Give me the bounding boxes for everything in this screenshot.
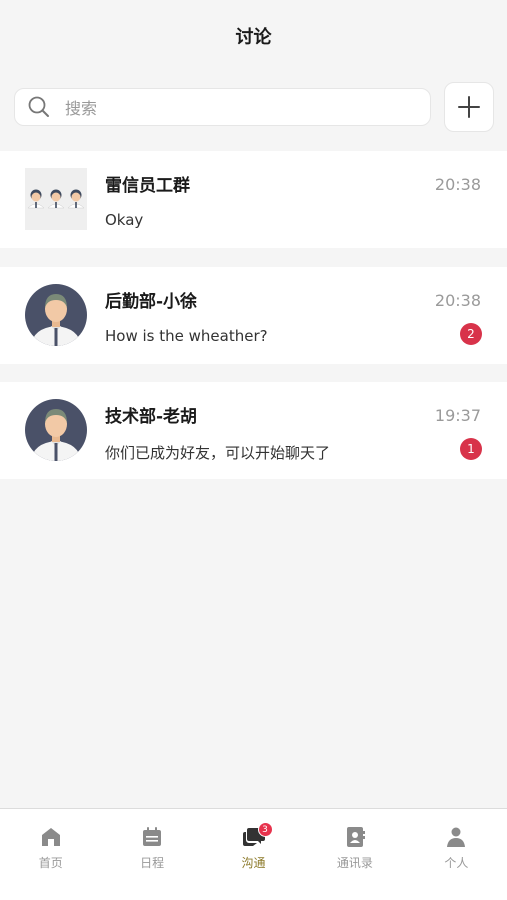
tab-bar: 首页 日程 3 沟通 通讯录 个人 <box>0 808 507 900</box>
unread-badge: 2 <box>460 323 482 345</box>
tab-label: 日程 <box>140 856 165 870</box>
conversation-preview: 你们已成为好友，可以开始聊天了 <box>105 444 331 462</box>
user-avatar <box>25 284 87 346</box>
tab-home[interactable]: 首页 <box>0 809 101 900</box>
conversation-time: 20:38 <box>434 175 481 194</box>
conversation-item[interactable]: 雷信员工群 Okay 20:38 <box>0 151 507 248</box>
conversation-preview: Okay <box>105 211 144 229</box>
search-input[interactable]: 搜索 <box>14 88 431 126</box>
nav-header: 讨论 <box>0 0 507 72</box>
group-avatar <box>25 168 87 230</box>
tab-label: 个人 <box>444 856 469 870</box>
tab-label: 通讯录 <box>336 856 373 870</box>
home-icon <box>41 828 60 846</box>
tab-label: 首页 <box>38 856 63 870</box>
calendar-icon <box>143 827 162 846</box>
conversation-name: 雷信员工群 <box>105 176 190 196</box>
add-button[interactable] <box>444 82 494 132</box>
search-icon <box>28 96 49 117</box>
contacts-icon <box>346 827 365 847</box>
tab-label: 沟通 <box>241 856 266 870</box>
user-avatar <box>25 399 87 461</box>
tab-badge: 3 <box>257 822 273 837</box>
tab-schedule[interactable]: 日程 <box>101 809 202 900</box>
conversation-preview: How is the wheather? <box>105 327 268 345</box>
unread-badge: 1 <box>460 438 482 460</box>
conversation-item[interactable]: 后勤部-小徐 How is the wheather? 20:38 2 <box>0 267 507 364</box>
conversation-name: 后勤部-小徐 <box>105 292 198 312</box>
conversation-time: 20:38 <box>434 291 481 310</box>
tab-contacts[interactable]: 通讯录 <box>304 809 405 900</box>
conversation-time: 19:37 <box>434 406 481 425</box>
search-row: 搜索 <box>14 82 494 132</box>
page-title: 讨论 <box>235 27 272 48</box>
plus-icon <box>458 96 480 118</box>
conversation-name: 技术部-老胡 <box>105 407 198 427</box>
tab-profile[interactable]: 个人 <box>406 809 507 900</box>
conversation-item[interactable]: 技术部-老胡 你们已成为好友，可以开始聊天了 19:37 1 <box>0 382 507 479</box>
person-icon <box>447 827 466 847</box>
tab-chat[interactable]: 3 沟通 <box>203 809 304 900</box>
search-placeholder: 搜索 <box>65 99 98 118</box>
